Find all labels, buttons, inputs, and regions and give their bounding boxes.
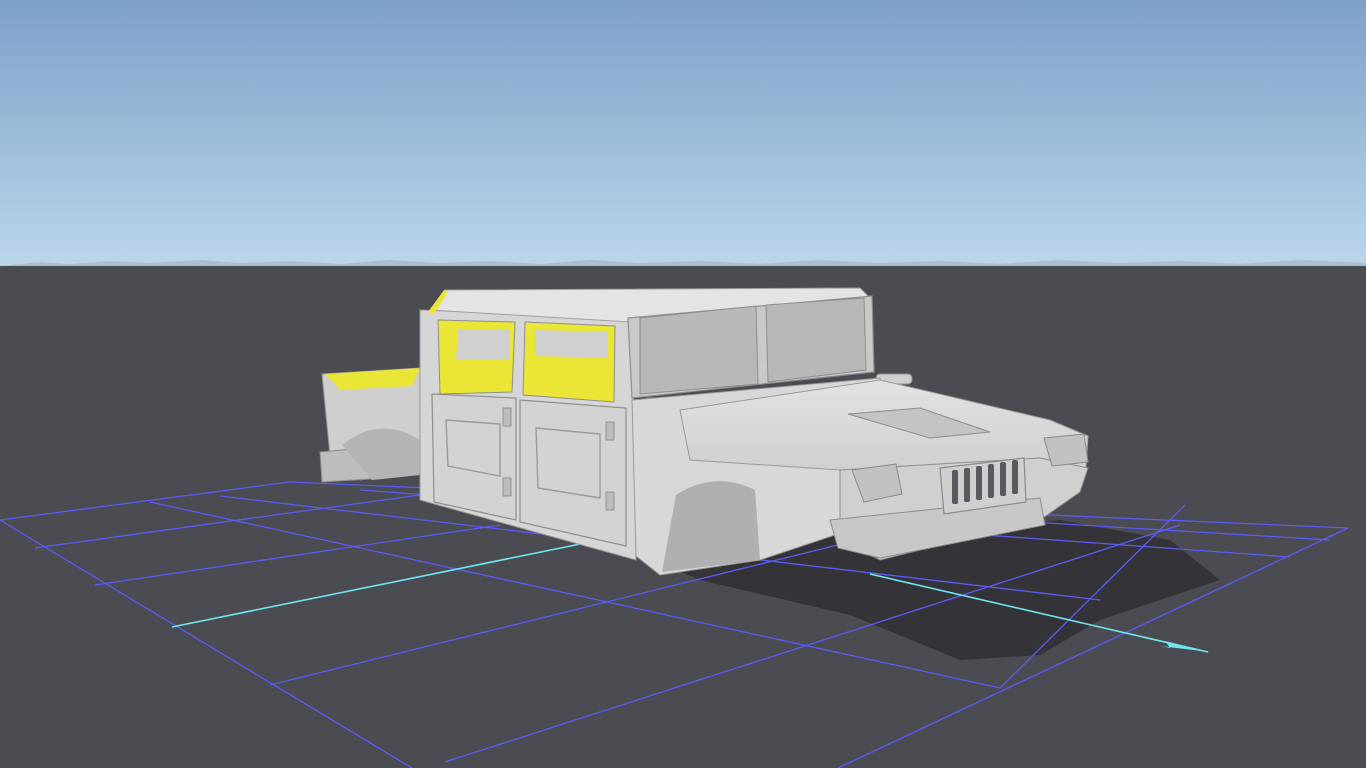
- headlight-right: [1043, 433, 1089, 467]
- front-wheel-arch: [662, 481, 760, 572]
- sky: [0, 0, 1366, 268]
- windshield-right: [765, 297, 867, 383]
- viewport-canvas[interactable]: [0, 0, 1366, 768]
- windshield-left: [639, 305, 759, 395]
- 3d-viewport[interactable]: [0, 0, 1366, 768]
